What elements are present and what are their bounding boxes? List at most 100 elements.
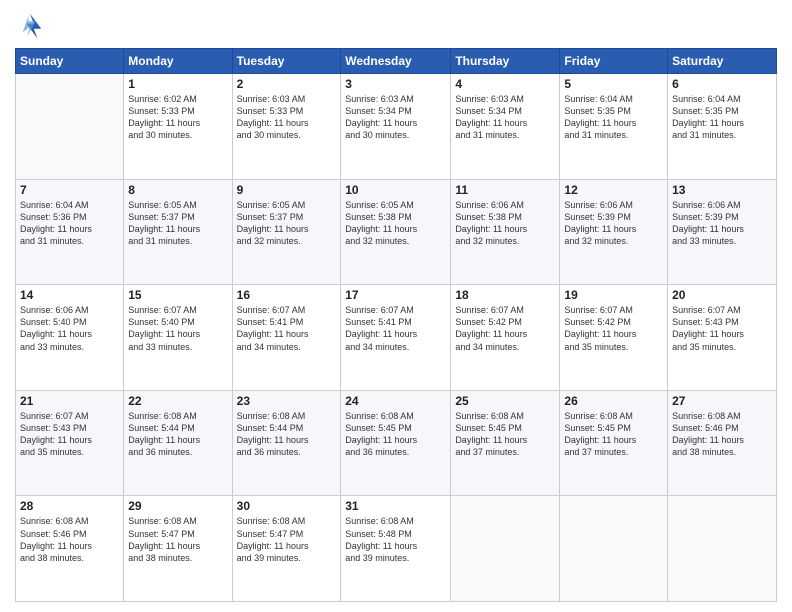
calendar-cell: 15Sunrise: 6:07 AM Sunset: 5:40 PM Dayli…	[124, 285, 232, 391]
day-number: 11	[455, 183, 555, 197]
day-info: Sunrise: 6:06 AM Sunset: 5:39 PM Dayligh…	[672, 199, 772, 248]
day-number: 7	[20, 183, 119, 197]
day-number: 15	[128, 288, 227, 302]
calendar-cell: 27 Sunrise: 6:08 AM Sunset: 5:46 PM Dayli…	[668, 390, 777, 496]
day-info: Sunrise: 6:08 AM Sunset: 5:45 PM Dayligh…	[345, 410, 446, 459]
header-day-saturday: Saturday	[668, 49, 777, 74]
calendar-cell: 25 Sunrise: 6:08 AM Sunset: 5:45 PM Dayli…	[451, 390, 560, 496]
day-info: Sunrise: 6:05 AM Sunset: 5:37 PM Dayligh…	[237, 199, 337, 248]
day-number: 8	[128, 183, 227, 197]
day-number: 25	[455, 394, 555, 408]
day-number: 20	[672, 288, 772, 302]
day-info: Sunrise: 6:07 AM Sunset: 5:43 PM Dayligh…	[672, 304, 772, 353]
day-number: 19	[564, 288, 663, 302]
calendar-week-2: 7Sunrise: 6:04 AM Sunset: 5:36 PM Daylig…	[16, 179, 777, 285]
calendar-cell: 19 Sunrise: 6:07 AM Sunset: 5:42 PM Dayli…	[560, 285, 668, 391]
calendar-cell: 10Sunrise: 6:05 AM Sunset: 5:38 PM Dayli…	[341, 179, 451, 285]
day-number: 31	[345, 499, 446, 513]
day-info: Sunrise: 6:06 AM Sunset: 5:40 PM Dayligh…	[20, 304, 119, 353]
calendar-cell: 12 Sunrise: 6:06 AM Sunset: 5:39 PM Dayli…	[560, 179, 668, 285]
header	[15, 10, 777, 40]
calendar-cell: 11 Sunrise: 6:06 AM Sunset: 5:38 PM Dayli…	[451, 179, 560, 285]
day-number: 16	[237, 288, 337, 302]
header-day-tuesday: Tuesday	[232, 49, 341, 74]
day-info: Sunrise: 6:08 AM Sunset: 5:46 PM Dayligh…	[672, 410, 772, 459]
day-number: 23	[237, 394, 337, 408]
day-info: Sunrise: 6:05 AM Sunset: 5:37 PM Dayligh…	[128, 199, 227, 248]
day-info: Sunrise: 6:06 AM Sunset: 5:39 PM Dayligh…	[564, 199, 663, 248]
calendar-cell: 7Sunrise: 6:04 AM Sunset: 5:36 PM Daylig…	[16, 179, 124, 285]
calendar-table: SundayMondayTuesdayWednesdayThursdayFrid…	[15, 48, 777, 602]
day-info: Sunrise: 6:08 AM Sunset: 5:47 PM Dayligh…	[237, 515, 337, 564]
day-number: 30	[237, 499, 337, 513]
calendar-cell: 9 Sunrise: 6:05 AM Sunset: 5:37 PM Daylig…	[232, 179, 341, 285]
day-number: 24	[345, 394, 446, 408]
calendar-week-1: 1 Sunrise: 6:02 AM Sunset: 5:33 PM Daylig…	[16, 74, 777, 180]
calendar-cell: 3Sunrise: 6:03 AM Sunset: 5:34 PM Daylig…	[341, 74, 451, 180]
calendar-cell: 16 Sunrise: 6:07 AM Sunset: 5:41 PM Dayli…	[232, 285, 341, 391]
calendar-cell: 14 Sunrise: 6:06 AM Sunset: 5:40 PM Dayli…	[16, 285, 124, 391]
day-info: Sunrise: 6:08 AM Sunset: 5:47 PM Dayligh…	[128, 515, 227, 564]
day-info: Sunrise: 6:08 AM Sunset: 5:46 PM Dayligh…	[20, 515, 119, 564]
day-info: Sunrise: 6:07 AM Sunset: 5:43 PM Dayligh…	[20, 410, 119, 459]
day-info: Sunrise: 6:08 AM Sunset: 5:48 PM Dayligh…	[345, 515, 446, 564]
day-number: 26	[564, 394, 663, 408]
page: SundayMondayTuesdayWednesdayThursdayFrid…	[0, 0, 792, 612]
calendar-cell: 23 Sunrise: 6:08 AM Sunset: 5:44 PM Dayli…	[232, 390, 341, 496]
calendar-cell: 8 Sunrise: 6:05 AM Sunset: 5:37 PM Daylig…	[124, 179, 232, 285]
calendar-week-4: 21 Sunrise: 6:07 AM Sunset: 5:43 PM Dayli…	[16, 390, 777, 496]
calendar-cell: 1 Sunrise: 6:02 AM Sunset: 5:33 PM Daylig…	[124, 74, 232, 180]
calendar-cell	[560, 496, 668, 602]
calendar-cell: 21 Sunrise: 6:07 AM Sunset: 5:43 PM Dayli…	[16, 390, 124, 496]
calendar-cell: 20 Sunrise: 6:07 AM Sunset: 5:43 PM Dayli…	[668, 285, 777, 391]
calendar-week-5: 28Sunrise: 6:08 AM Sunset: 5:46 PM Dayli…	[16, 496, 777, 602]
day-info: Sunrise: 6:06 AM Sunset: 5:38 PM Dayligh…	[455, 199, 555, 248]
day-number: 22	[128, 394, 227, 408]
day-number: 1	[128, 77, 227, 91]
day-number: 14	[20, 288, 119, 302]
calendar-cell	[451, 496, 560, 602]
calendar-cell: 6 Sunrise: 6:04 AM Sunset: 5:35 PM Daylig…	[668, 74, 777, 180]
day-number: 5	[564, 77, 663, 91]
day-info: Sunrise: 6:05 AM Sunset: 5:38 PM Dayligh…	[345, 199, 446, 248]
day-number: 12	[564, 183, 663, 197]
day-info: Sunrise: 6:02 AM Sunset: 5:33 PM Dayligh…	[128, 93, 227, 142]
calendar-cell: 28Sunrise: 6:08 AM Sunset: 5:46 PM Dayli…	[16, 496, 124, 602]
calendar-cell: 24 Sunrise: 6:08 AM Sunset: 5:45 PM Dayli…	[341, 390, 451, 496]
day-info: Sunrise: 6:03 AM Sunset: 5:33 PM Dayligh…	[237, 93, 337, 142]
day-info: Sunrise: 6:08 AM Sunset: 5:44 PM Dayligh…	[128, 410, 227, 459]
day-number: 2	[237, 77, 337, 91]
day-info: Sunrise: 6:08 AM Sunset: 5:44 PM Dayligh…	[237, 410, 337, 459]
header-day-wednesday: Wednesday	[341, 49, 451, 74]
calendar-cell: 30 Sunrise: 6:08 AM Sunset: 5:47 PM Dayli…	[232, 496, 341, 602]
day-number: 4	[455, 77, 555, 91]
header-day-monday: Monday	[124, 49, 232, 74]
calendar-cell	[16, 74, 124, 180]
day-info: Sunrise: 6:03 AM Sunset: 5:34 PM Dayligh…	[455, 93, 555, 142]
day-info: Sunrise: 6:03 AM Sunset: 5:34 PM Dayligh…	[345, 93, 446, 142]
logo	[15, 10, 49, 40]
day-number: 21	[20, 394, 119, 408]
day-info: Sunrise: 6:07 AM Sunset: 5:41 PM Dayligh…	[237, 304, 337, 353]
day-number: 29	[128, 499, 227, 513]
day-info: Sunrise: 6:08 AM Sunset: 5:45 PM Dayligh…	[455, 410, 555, 459]
calendar-cell: 4 Sunrise: 6:03 AM Sunset: 5:34 PM Daylig…	[451, 74, 560, 180]
day-number: 17	[345, 288, 446, 302]
day-info: Sunrise: 6:07 AM Sunset: 5:41 PM Dayligh…	[345, 304, 446, 353]
day-number: 27	[672, 394, 772, 408]
day-number: 18	[455, 288, 555, 302]
calendar-cell: 29 Sunrise: 6:08 AM Sunset: 5:47 PM Dayli…	[124, 496, 232, 602]
day-info: Sunrise: 6:08 AM Sunset: 5:45 PM Dayligh…	[564, 410, 663, 459]
calendar-cell: 22 Sunrise: 6:08 AM Sunset: 5:44 PM Dayli…	[124, 390, 232, 496]
day-info: Sunrise: 6:07 AM Sunset: 5:42 PM Dayligh…	[564, 304, 663, 353]
header-day-sunday: Sunday	[16, 49, 124, 74]
day-number: 9	[237, 183, 337, 197]
calendar-cell: 2 Sunrise: 6:03 AM Sunset: 5:33 PM Daylig…	[232, 74, 341, 180]
day-info: Sunrise: 6:07 AM Sunset: 5:42 PM Dayligh…	[455, 304, 555, 353]
day-number: 6	[672, 77, 772, 91]
day-info: Sunrise: 6:04 AM Sunset: 5:35 PM Dayligh…	[672, 93, 772, 142]
calendar-week-3: 14 Sunrise: 6:06 AM Sunset: 5:40 PM Dayli…	[16, 285, 777, 391]
calendar-cell	[668, 496, 777, 602]
calendar-cell: 31 Sunrise: 6:08 AM Sunset: 5:48 PM Dayli…	[341, 496, 451, 602]
calendar-header-row: SundayMondayTuesdayWednesdayThursdayFrid…	[16, 49, 777, 74]
